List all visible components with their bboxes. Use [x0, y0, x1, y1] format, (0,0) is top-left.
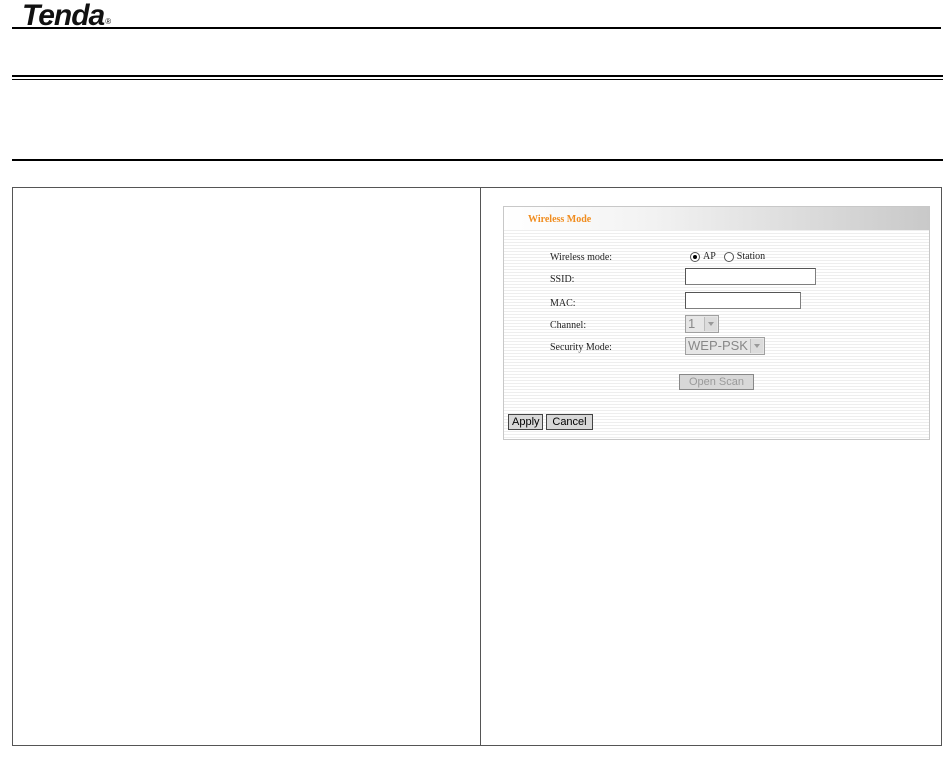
open-scan-button[interactable]: Open Scan	[679, 374, 754, 390]
ssid-label: SSID:	[550, 274, 575, 285]
section-rule-top-2	[12, 79, 943, 80]
section-rule-bottom	[12, 159, 943, 161]
mac-input[interactable]	[685, 292, 801, 309]
apply-button[interactable]: Apply	[508, 414, 543, 430]
cancel-button[interactable]: Cancel	[546, 414, 593, 430]
mac-label: MAC:	[550, 298, 576, 309]
wireless-mode-panel: Wireless Mode Wireless mode: AP Station …	[503, 206, 930, 440]
chevron-down-icon	[750, 339, 763, 353]
security-mode-value: WEP-PSK	[688, 338, 748, 353]
wireless-mode-label: Wireless mode:	[550, 252, 613, 263]
channel-label: Channel:	[550, 320, 587, 331]
wireless-mode-radios: AP Station	[690, 251, 765, 262]
section-rule-top-1	[12, 75, 943, 77]
radio-station[interactable]	[723, 251, 734, 262]
radio-ap-label: AP	[703, 251, 716, 262]
registered-mark: ®	[105, 17, 111, 26]
radio-ap[interactable]	[690, 251, 700, 262]
ssid-input[interactable]	[685, 268, 816, 285]
header-rule	[12, 27, 941, 29]
column-divider	[480, 187, 481, 746]
channel-select[interactable]: 1	[685, 315, 719, 333]
chevron-down-icon	[704, 317, 717, 331]
radio-station-label: Station	[736, 251, 766, 262]
panel-title: Wireless Mode	[528, 214, 592, 225]
security-mode-select[interactable]: WEP-PSK	[685, 337, 765, 355]
panel-header: Wireless Mode	[504, 207, 929, 230]
channel-value: 1	[688, 316, 696, 331]
security-mode-label: Security Mode:	[550, 342, 612, 353]
